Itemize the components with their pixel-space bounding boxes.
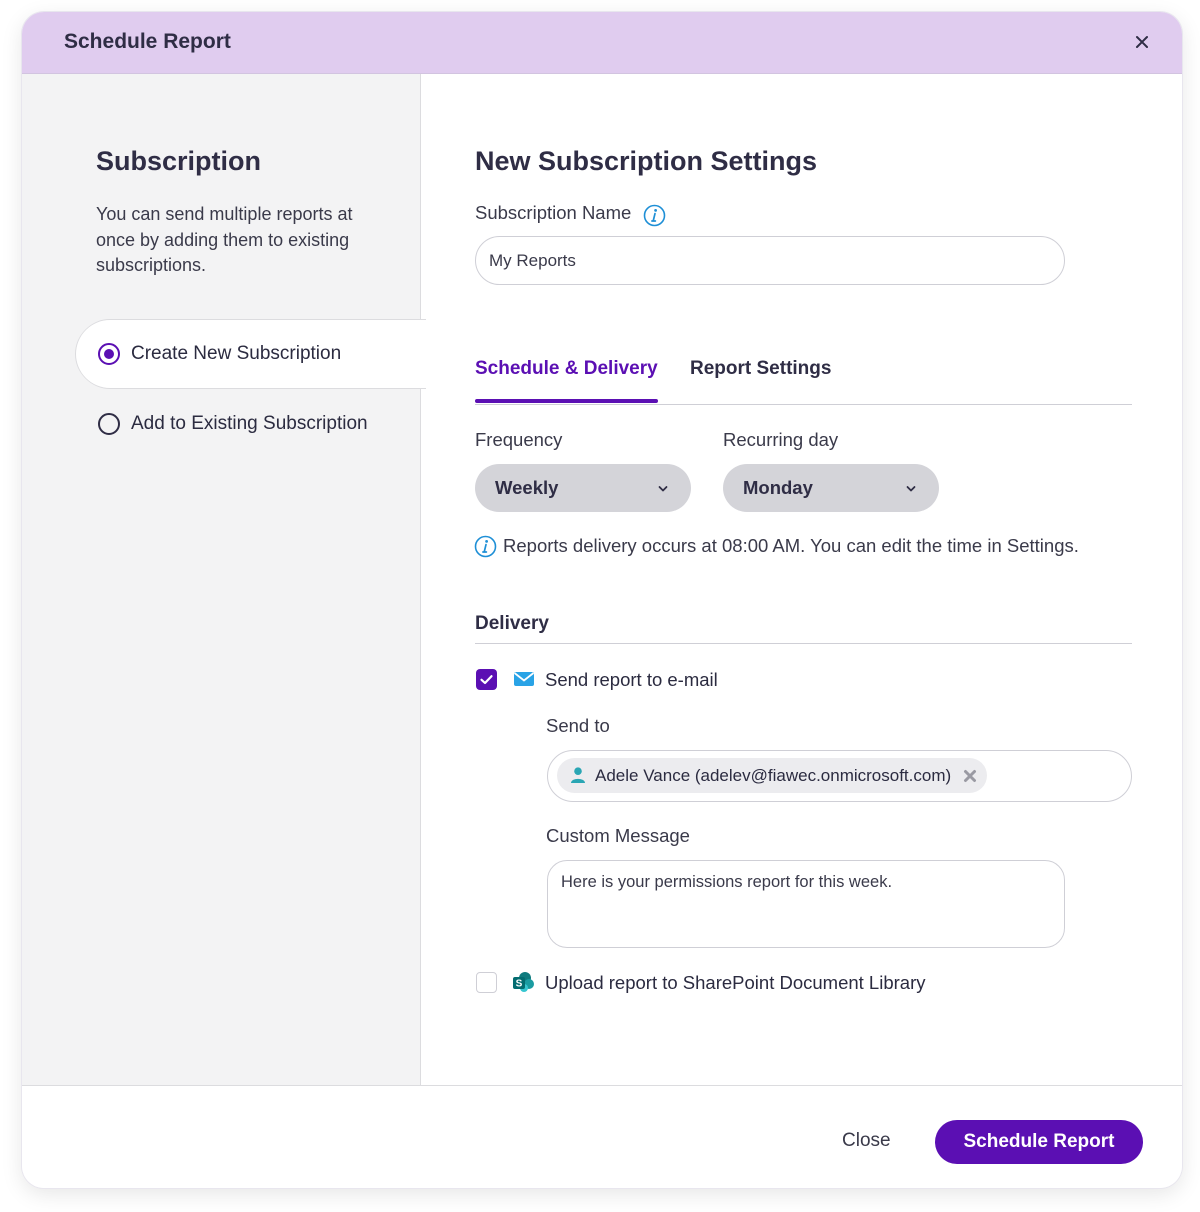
option-add-to-existing-subscription[interactable]: Add to Existing Subscription [76, 402, 406, 446]
info-icon[interactable] [643, 204, 666, 227]
frequency-label: Frequency [475, 429, 563, 450]
recipients-input[interactable]: Adele Vance (adelev@fiawec.onmicrosoft.c… [547, 750, 1132, 802]
custom-message-textarea[interactable]: Here is your permissions report for this… [547, 860, 1065, 948]
delivery-section-title: Delivery [475, 613, 549, 634]
close-icon[interactable] [1130, 30, 1154, 54]
chevron-down-icon [657, 482, 669, 494]
email-option-label: Send report to e-mail [545, 669, 718, 690]
radio-selected[interactable] [98, 343, 120, 365]
send-to-label: Send to [546, 715, 610, 736]
sharepoint-icon: S [512, 971, 536, 993]
frequency-value: Weekly [495, 477, 559, 498]
recipient-chip[interactable]: Adele Vance (adelev@fiawec.onmicrosoft.c… [557, 758, 987, 793]
person-icon [569, 766, 587, 784]
schedule-report-button[interactable]: Schedule Report [935, 1120, 1143, 1164]
recurring-day-value: Monday [743, 477, 813, 498]
dialog-title: Schedule Report [64, 30, 231, 53]
svg-text:S: S [516, 979, 523, 990]
delivery-divider [475, 643, 1132, 644]
subscription-name-label: Subscription Name [475, 202, 632, 223]
radio-unselected[interactable] [98, 413, 120, 435]
recurring-day-select[interactable]: Monday [723, 464, 939, 512]
option-create-new-subscription[interactable]: Create New Subscription [76, 320, 426, 388]
custom-message-label: Custom Message [546, 825, 690, 846]
recipient-chip-label: Adele Vance (adelev@fiawec.onmicrosoft.c… [595, 766, 952, 785]
frequency-select[interactable]: Weekly [475, 464, 691, 512]
info-icon [474, 535, 497, 558]
subscription-panel: Subscription You can send multiple repor… [22, 74, 426, 1085]
subscription-description: You can send multiple reports at once by… [96, 204, 353, 275]
tab-schedule-delivery[interactable]: Schedule & Delivery [475, 358, 658, 380]
tab-report-settings[interactable]: Report Settings [690, 358, 831, 380]
sharepoint-checkbox[interactable] [476, 972, 497, 993]
settings-panel: New Subscription Settings Subscription N… [422, 74, 1182, 1085]
option-label: Add to Existing Subscription [131, 413, 368, 434]
delivery-time-note: Reports delivery occurs at 08:00 AM. You… [503, 535, 1079, 556]
dialog-header: Schedule Report [22, 12, 1182, 74]
remove-recipient-icon[interactable] [963, 769, 977, 783]
subscription-name-input[interactable] [475, 236, 1065, 285]
active-tab-indicator [475, 399, 658, 403]
schedule-report-dialog: Schedule Report Subscription You can sen… [22, 12, 1182, 1188]
tabs-divider [475, 404, 1132, 405]
sharepoint-option-label: Upload report to SharePoint Document Lib… [545, 972, 926, 993]
email-checkbox[interactable] [476, 669, 497, 690]
recurring-day-label: Recurring day [723, 429, 839, 450]
chevron-down-icon [905, 482, 917, 494]
dialog-footer: Close Schedule Report [22, 1085, 1182, 1188]
subscription-title: Subscription [96, 146, 262, 176]
option-label: Create New Subscription [131, 343, 342, 364]
settings-title: New Subscription Settings [475, 146, 818, 176]
mail-icon [513, 670, 535, 688]
close-button[interactable]: Close [842, 1130, 891, 1152]
